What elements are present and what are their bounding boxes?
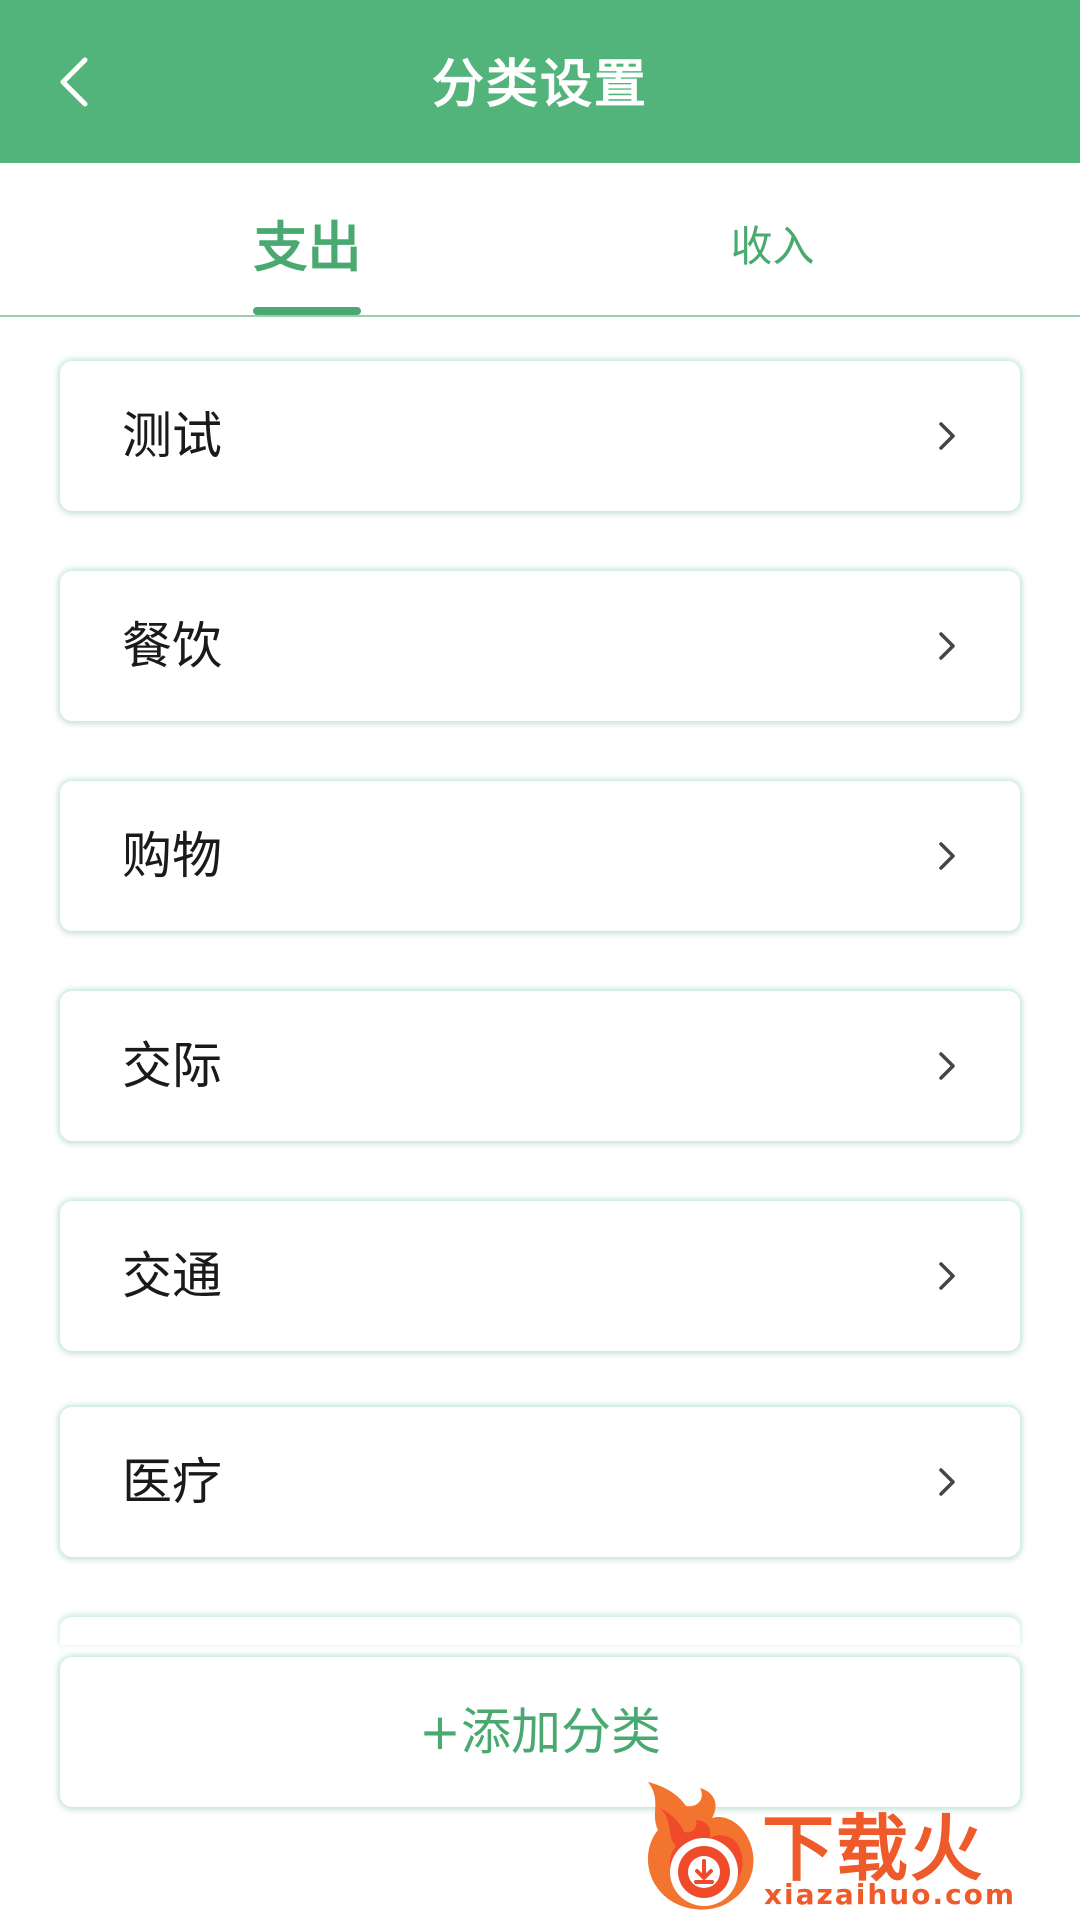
category-item[interactable]: 医疗 (60, 1407, 1020, 1557)
chevron-right-icon (939, 1468, 955, 1496)
tab-expense-label: 支出 (253, 216, 362, 279)
category-item-label: 购物 (122, 827, 222, 885)
page-title: 分类设置 (431, 55, 648, 115)
tab-income-label: 收入 (730, 222, 815, 271)
flame-logo-icon (647, 1782, 754, 1910)
chevron-right-icon (939, 632, 955, 660)
category-item[interactable]: 交际 (60, 991, 1020, 1141)
watermark-url: xiazaihuo.com (764, 1878, 1017, 1911)
chevron-right-icon (939, 422, 955, 450)
category-item[interactable]: 测试 (60, 361, 1020, 511)
category-item-label: 餐饮 (122, 617, 222, 675)
watermark-logo: 下载火 xiazaihuo.com (640, 1778, 1080, 1919)
tab-expense[interactable]: 支出 (200, 163, 415, 315)
tab-bar: 支出 收入 (0, 163, 1080, 317)
category-item-label: 医疗 (122, 1453, 222, 1511)
tab-income[interactable]: 收入 (680, 163, 865, 315)
category-item-label: 测试 (122, 407, 222, 465)
chevron-right-icon (939, 1052, 955, 1080)
category-item[interactable]: 餐饮 (60, 571, 1020, 721)
app-screen: 分类设置 支出 收入 测试 餐饮 购物 交际 交通 医疗 +添加分类 下载火 x… (0, 0, 1080, 1919)
category-item-label: 交通 (122, 1247, 222, 1305)
active-tab-indicator (253, 307, 361, 315)
chevron-right-icon (939, 842, 955, 870)
category-item-partial[interactable] (60, 1617, 1020, 1645)
category-item[interactable]: 交通 (60, 1201, 1020, 1351)
category-item-label: 交际 (122, 1037, 222, 1095)
chevron-right-icon (939, 1262, 955, 1290)
top-bar: 分类设置 (0, 0, 1080, 163)
category-item[interactable]: 购物 (60, 781, 1020, 931)
